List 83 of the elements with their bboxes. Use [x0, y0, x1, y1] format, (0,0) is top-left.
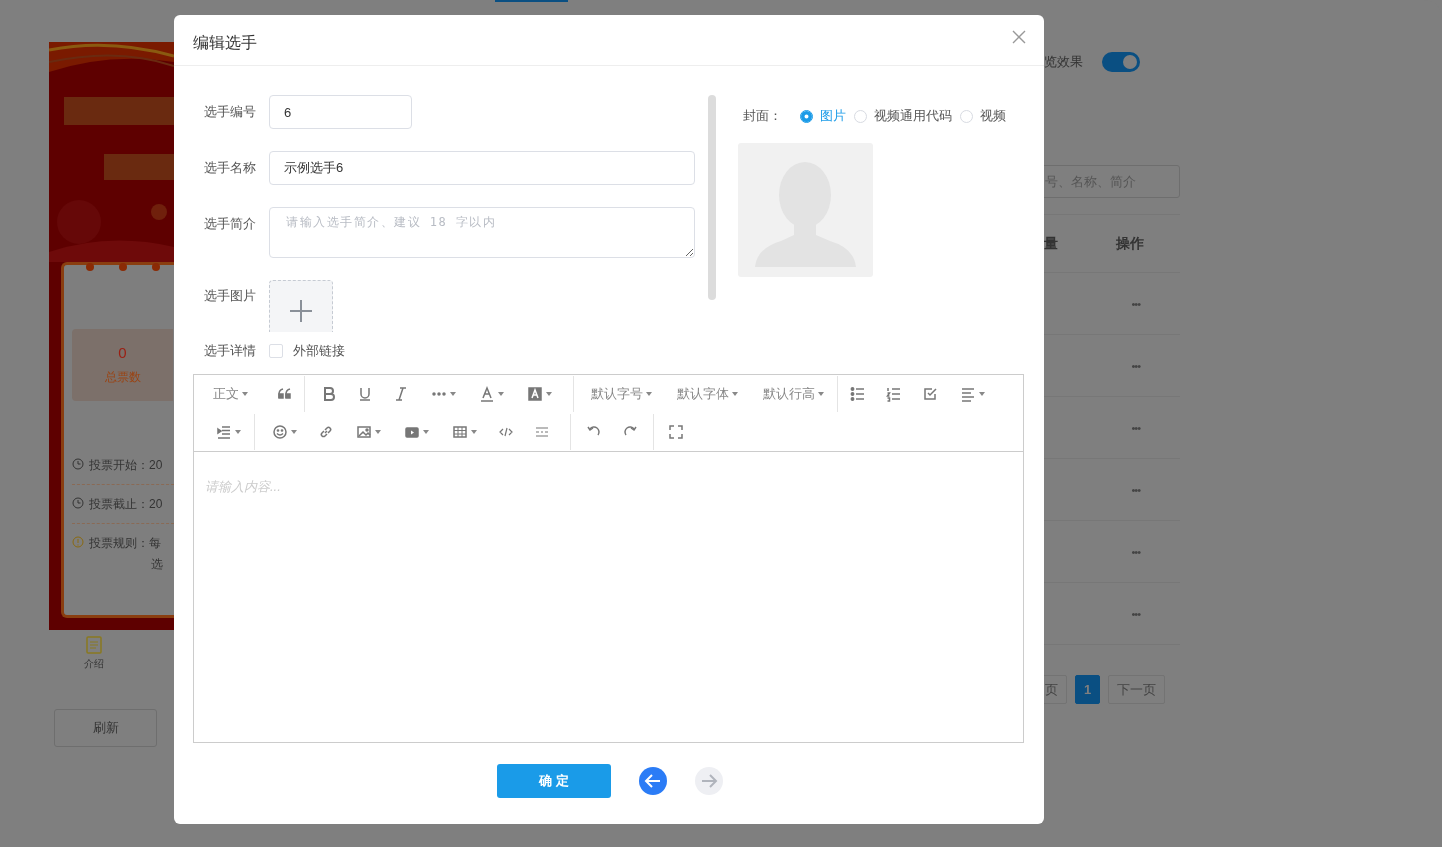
plus-icon: [289, 299, 313, 323]
caret-icon: [545, 392, 552, 396]
input-field[interactable]: 6: [269, 95, 412, 129]
more-button[interactable]: •••: [1131, 545, 1140, 558]
ring-icon: [86, 263, 94, 271]
font-family-dropdown[interactable]: 默认字体: [676, 379, 738, 409]
caret-icon: [497, 392, 504, 396]
toggle-label: 览效果: [1044, 53, 1083, 71]
textarea-field[interactable]: 请输入选手简介、建议 18 字以内: [269, 207, 695, 258]
more-button[interactable]: •••: [1131, 607, 1140, 620]
caret-icon: [731, 392, 738, 396]
column-header: 操作: [1116, 234, 1145, 253]
info-text: 投票截止：20: [89, 496, 163, 513]
table-icon: [451, 424, 468, 440]
bullet-list-icon: [850, 386, 866, 402]
radio-label[interactable]: 图片: [820, 107, 846, 125]
ring-icon: [119, 263, 127, 271]
indent-icon: [215, 424, 232, 440]
image-icon: [355, 424, 372, 440]
divider-icon: [534, 424, 550, 440]
bold-icon: [321, 386, 337, 402]
vote-count-label: 总票数: [104, 369, 141, 386]
quote-icon: [277, 386, 293, 402]
dialog-title: 编辑选手: [193, 32, 257, 53]
clock-icon: [72, 458, 84, 470]
upload-button[interactable]: [269, 280, 333, 332]
caret-icon: [241, 392, 248, 396]
ring-icon: [152, 263, 160, 271]
refresh-button[interactable]: 刷新: [54, 709, 157, 747]
line-height-dropdown[interactable]: 默认行高: [762, 379, 824, 409]
font-size-dropdown[interactable]: 默认字号: [590, 379, 652, 409]
tab-label[interactable]: 介绍: [84, 657, 104, 671]
vote-count: 0: [118, 344, 127, 361]
info-text: 选: [150, 556, 163, 573]
checkbox[interactable]: [269, 344, 283, 358]
field-label: 选手名称: [203, 159, 257, 177]
field-label: 选手详情: [203, 342, 257, 360]
underline-icon: [357, 386, 373, 402]
align-icon: [959, 386, 976, 402]
caret-icon: [978, 392, 985, 396]
radio-label[interactable]: 视频通用代码: [874, 107, 952, 125]
more-button[interactable]: •••: [1131, 297, 1140, 310]
caret-icon: [290, 430, 297, 434]
caret-icon: [817, 392, 824, 396]
more-button[interactable]: •••: [1131, 483, 1140, 496]
info-text: 投票规则：每: [89, 535, 162, 552]
column-header: 量: [1043, 234, 1058, 253]
page-button[interactable]: 1: [1075, 675, 1101, 704]
caret-icon: [449, 392, 456, 396]
input-field[interactable]: 示例选手6: [269, 151, 695, 185]
field-label: 选手图片: [203, 287, 257, 305]
more-button[interactable]: •••: [1131, 359, 1140, 372]
preview-toggle[interactable]: [1102, 52, 1140, 72]
italic-icon: [393, 386, 409, 402]
radio-button[interactable]: [800, 109, 813, 123]
close-icon[interactable]: [1012, 30, 1026, 44]
field-label: 选手简介: [203, 215, 257, 233]
numbered-list-icon: [886, 386, 902, 402]
more-button[interactable]: •••: [1131, 421, 1140, 434]
font-color-icon: [478, 386, 495, 402]
info-text: 投票开始：20: [89, 457, 163, 474]
emoji-icon: [271, 424, 288, 440]
confirm-button[interactable]: 确 定: [497, 764, 611, 798]
checkbox-icon: [922, 386, 938, 402]
scrollbar[interactable]: [708, 95, 716, 300]
cover-label: 封面：: [743, 107, 782, 125]
radio-label[interactable]: 视频: [980, 107, 1006, 125]
warning-icon: [72, 536, 84, 548]
format-dropdown[interactable]: 正文: [210, 379, 250, 409]
highlight-icon: [526, 386, 543, 402]
caret-icon: [374, 430, 381, 434]
video-icon: [403, 424, 420, 440]
checkbox-label[interactable]: 外部链接: [293, 342, 345, 360]
document-icon: [86, 636, 102, 654]
link-icon: [318, 424, 334, 440]
caret-icon: [645, 392, 652, 396]
back-arrow-button[interactable]: [639, 767, 667, 795]
clock-icon: [72, 497, 84, 509]
fullscreen-icon: [668, 424, 684, 440]
caret-icon: [470, 430, 477, 434]
caret-icon: [422, 430, 429, 434]
field-label: 选手编号: [203, 103, 257, 121]
caret-icon: [234, 430, 241, 434]
